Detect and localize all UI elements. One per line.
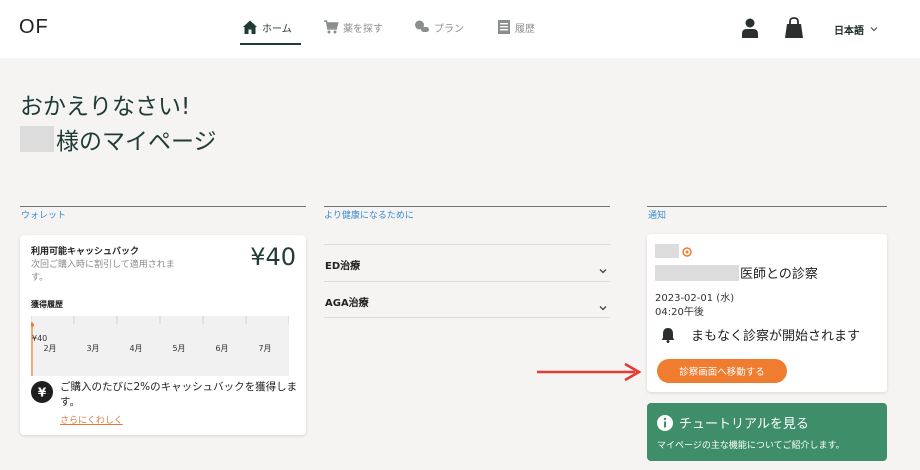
language-label: 日本語 [834,26,864,37]
section-title-health: より健康になるために [324,211,414,221]
cart-icon [323,19,339,35]
home-icon [242,19,258,35]
wallet-card: 利用可能キャッシュバック 次回ご購入時に割引して適用されます。 ¥40 獲得履歴… [20,235,306,435]
tutorial-subtitle: マイページの主な機能についてご紹介します。 [657,441,845,451]
account-icon[interactable] [741,18,759,42]
bell-icon [661,327,675,347]
chart-background [31,316,289,376]
health-accordion: ED治療 AGA治療 [324,244,610,318]
earning-history-label: 獲得履歴 [31,300,63,309]
brand-logo[interactable]: OF [19,16,49,39]
redacted-patient-name [655,244,679,258]
consultation-label: 医師との診察 [740,267,818,282]
cashback-label: 利用可能キャッシュバック [31,247,140,257]
chevron-down-icon [599,259,607,278]
redacted-doctor-name [655,264,739,281]
cashback-amount: ¥40 [250,243,296,271]
chevron-down-icon [870,24,878,35]
chart-value-label: ¥40 [32,334,47,343]
consultation-status-message: まもなく診察が開始されます [691,329,861,344]
yen-coin-icon: ¥ [31,381,53,407]
nav-label-find-medicine: 薬を探す [343,23,383,35]
consultation-date: 2023-02-01 (水) [655,293,735,304]
cashback-description: 次回ご購入時に割引して適用されます。 [31,260,175,283]
top-navigation-bar: OF ホーム 薬を探す プラン 履歴 日本語 [0,0,920,58]
language-selector[interactable]: 日本語 [834,22,878,37]
nav-item-find-medicine[interactable]: 薬を探す [323,18,383,36]
notification-card: 医師との診察 2023-02-01 (水) 04:20午後 まもなく診察が開始さ… [647,234,887,392]
learn-more-link[interactable]: さらにくわしく [60,413,123,426]
greeting-heading: おかえりなさい! [20,94,191,120]
chevron-down-icon [599,296,607,315]
chart-month-label: 6月 [215,344,228,353]
join-consultation-button[interactable]: 診察画面へ移動する [657,359,787,383]
shopping-bag-icon[interactable] [784,17,804,43]
section-divider-wallet [20,206,306,207]
earning-history-chart: ¥40 2月 3月 4月 5月 6月 7月 [31,316,289,376]
mypage-title: 様のマイページ [56,129,217,155]
chart-month-label: 3月 [86,344,99,353]
chart-month-label: 7月 [258,344,271,353]
section-divider-notice [647,206,887,207]
nav-item-home[interactable]: ホーム [242,18,292,36]
accordion-item-aga[interactable]: AGA治療 [324,281,610,318]
nav-item-history[interactable]: 履歴 [497,18,535,36]
red-arrow-icon [537,362,642,382]
nav-active-indicator [240,43,301,45]
info-icon [657,415,673,435]
unread-badge-icon [682,242,692,261]
svg-text:¥: ¥ [38,386,47,400]
redacted-username [20,126,54,152]
accordion-item-ed[interactable]: ED治療 [324,244,610,281]
chart-month-label: 4月 [129,344,142,353]
section-title-notice: 通知 [648,211,667,221]
nav-label-history: 履歴 [515,23,535,35]
accordion-label-ed: ED治療 [325,261,361,272]
history-icon [497,19,511,35]
chart-month-label: 5月 [172,344,185,353]
tutorial-card[interactable]: チュートリアルを見る マイページの主な機能についてご紹介します。 [647,403,887,461]
pill-icon [414,19,430,35]
tutorial-title: チュートリアルを見る [679,417,809,432]
section-divider-health [324,206,610,207]
nav-item-plan[interactable]: プラン [414,18,464,36]
nav-label-plan: プラン [434,23,464,35]
accordion-label-aga: AGA治療 [325,298,369,309]
consultation-time: 04:20午後 [655,307,704,318]
cashback-info-text: ご購入のたびに2%のキャッシュバックを獲得します。 [60,381,298,408]
section-title-wallet: ウォレット [21,211,67,221]
consultation-title: 医師との診察 [655,263,818,282]
mypage-heading: 様のマイページ [20,122,217,156]
nav-label-home: ホーム [262,23,292,35]
chart-month-label: 2月 [43,344,56,353]
